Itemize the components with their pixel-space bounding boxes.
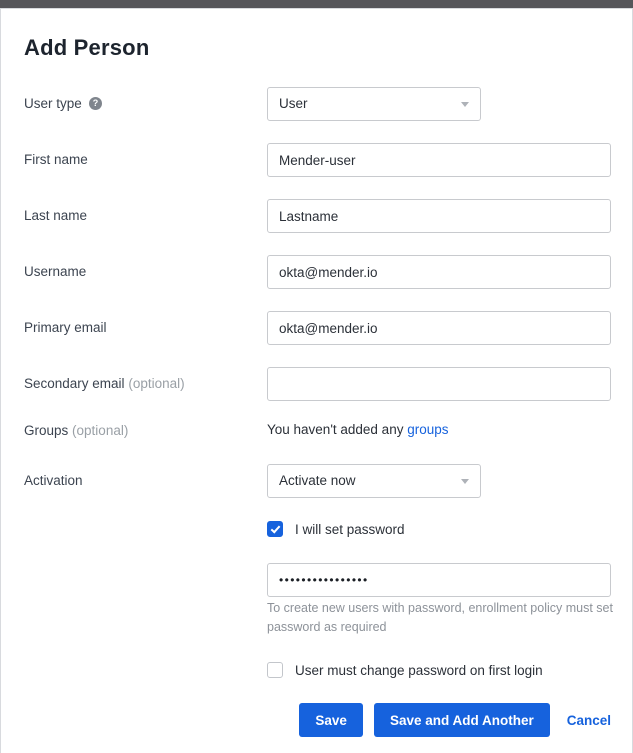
page-title: Add Person (24, 35, 149, 61)
primary-email-input[interactable] (267, 311, 611, 345)
chevron-down-icon (461, 479, 469, 484)
secondary-email-label: Secondary email (optional) (24, 375, 185, 393)
primary-email-input-wrap (267, 311, 611, 345)
must-change-password-checkbox-row[interactable]: User must change password on first login (267, 662, 543, 678)
groups-label-text: Groups (24, 423, 68, 438)
groups-optional-tag: (optional) (72, 423, 128, 438)
set-password-checkbox[interactable] (267, 521, 283, 537)
cancel-button[interactable]: Cancel (567, 713, 611, 728)
groups-link[interactable]: groups (407, 422, 448, 437)
last-name-label: Last name (24, 207, 87, 225)
last-name-input[interactable] (267, 199, 611, 233)
username-input[interactable] (267, 255, 611, 289)
add-person-panel: Add Person User type ? User First name L… (0, 8, 633, 753)
must-change-password-label: User must change password on first login (295, 663, 543, 678)
save-and-add-another-button[interactable]: Save and Add Another (374, 703, 550, 737)
user-type-select[interactable]: User (267, 87, 481, 121)
username-input-wrap (267, 255, 611, 289)
username-label: Username (24, 263, 86, 281)
secondary-email-input[interactable] (267, 367, 611, 401)
chevron-down-icon (461, 102, 469, 107)
form-actions: Save Save and Add Another Cancel (267, 703, 611, 737)
primary-email-label: Primary email (24, 319, 107, 337)
secondary-email-optional-tag: (optional) (128, 376, 184, 391)
password-input-wrap (267, 563, 611, 597)
question-mark-icon[interactable]: ? (89, 97, 102, 110)
secondary-email-input-wrap (267, 367, 611, 401)
first-name-label: First name (24, 151, 88, 169)
first-name-input-wrap (267, 143, 611, 177)
activation-select[interactable]: Activate now (267, 464, 481, 498)
activation-select-value: Activate now (279, 465, 356, 497)
user-type-label: User type (24, 95, 82, 113)
secondary-email-label-text: Secondary email (24, 376, 125, 391)
password-helper-text: To create new users with password, enrol… (267, 599, 615, 637)
must-change-password-checkbox[interactable] (267, 662, 283, 678)
set-password-checkbox-row[interactable]: I will set password (267, 521, 405, 537)
first-name-input[interactable] (267, 143, 611, 177)
activation-select-wrap: Activate now (267, 464, 481, 498)
activation-label: Activation (24, 472, 83, 490)
last-name-input-wrap (267, 199, 611, 233)
save-button[interactable]: Save (299, 703, 363, 737)
password-input[interactable] (267, 563, 611, 597)
groups-empty-text: You haven't added any (267, 422, 403, 437)
groups-empty-state: You haven't added any groups (267, 421, 449, 439)
groups-label: Groups (optional) (24, 422, 128, 440)
set-password-label: I will set password (295, 522, 405, 537)
user-type-select-wrap: User (267, 87, 481, 121)
user-type-select-value: User (279, 88, 308, 120)
